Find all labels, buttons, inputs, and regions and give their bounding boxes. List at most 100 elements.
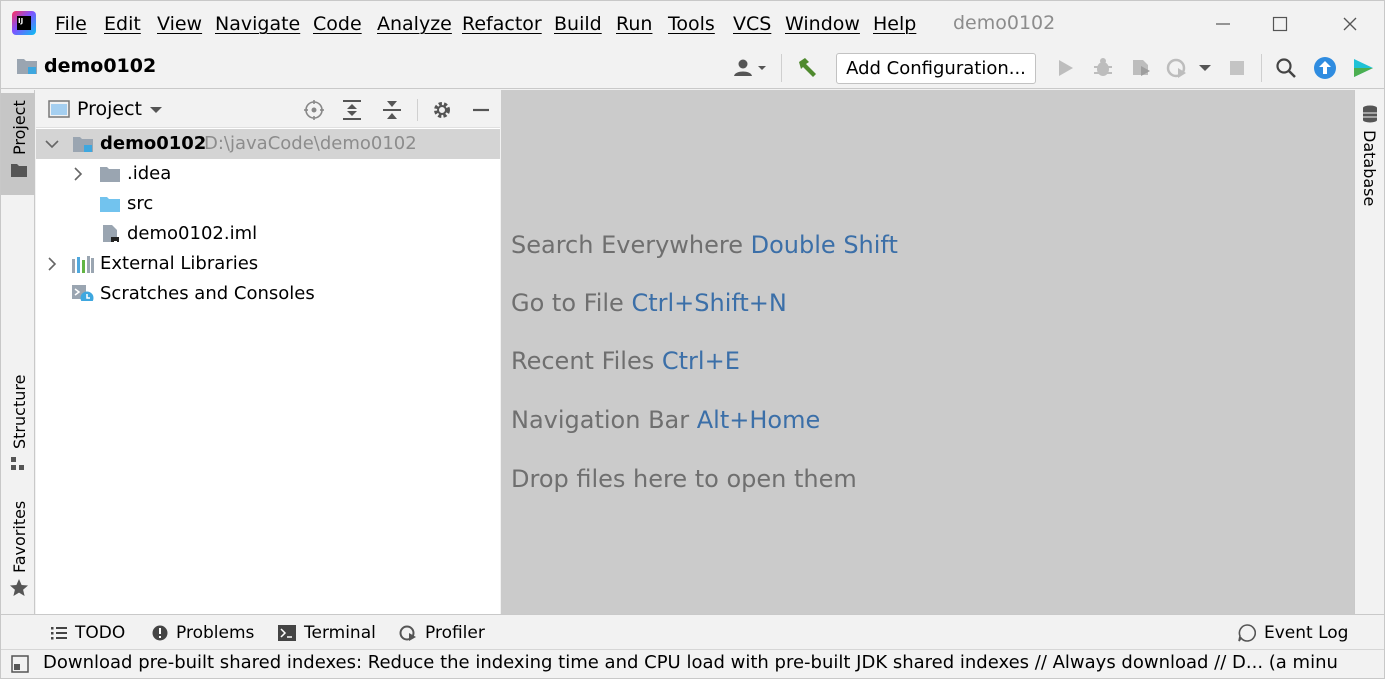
tree-row-src[interactable]: src [36, 189, 500, 219]
menu-analyze[interactable]: Analyze [377, 12, 452, 36]
stripe-tab-project[interactable]: Project [1, 93, 35, 195]
build-hammer-icon[interactable] [794, 55, 820, 81]
tab-label: Problems [176, 623, 255, 643]
status-message[interactable]: Download pre-built shared indexes: Reduc… [43, 652, 1338, 673]
hide-panel-icon[interactable] [469, 98, 493, 122]
hint-shortcut: Double Shift [750, 231, 898, 259]
tab-label: Terminal [304, 623, 376, 643]
module-folder-icon [73, 137, 93, 152]
collapse-all-icon[interactable] [380, 98, 404, 122]
update-available-icon[interactable] [1312, 55, 1338, 81]
add-configuration-button[interactable]: Add Configuration... [836, 53, 1036, 84]
stripe-database-label: Database [1360, 130, 1379, 207]
event-log-icon [1238, 624, 1256, 642]
database-icon [1363, 105, 1377, 123]
hint-shortcut: Alt+Home [696, 406, 821, 434]
chevron-right-icon[interactable] [70, 159, 86, 189]
tab-label: Event Log [1264, 623, 1349, 643]
window-project-title: demo0102 [953, 12, 1056, 34]
menu-file[interactable]: File [55, 12, 87, 36]
tree-path: D:\javaCode\demo0102 [204, 133, 417, 154]
menu-tools[interactable]: Tools [668, 12, 715, 36]
stop-icon[interactable] [1224, 55, 1250, 81]
menu-edit[interactable]: Edit [104, 12, 141, 36]
scratches-icon [72, 285, 94, 301]
close-icon[interactable] [1334, 10, 1366, 38]
profile-icon[interactable] [1164, 55, 1190, 81]
stripe-tab-favorites[interactable]: Favorites [1, 496, 35, 606]
tree-row-iml[interactable]: demo0102.iml [36, 219, 500, 249]
list-icon [51, 627, 67, 640]
panel-separator [417, 99, 418, 121]
select-opened-file-icon[interactable] [302, 98, 326, 122]
project-view-icon [48, 100, 70, 118]
tree-label: Scratches and Consoles [100, 283, 315, 304]
toolbar-separator [781, 54, 782, 82]
tree-row-idea[interactable]: .idea [36, 159, 500, 189]
tree-label: External Libraries [100, 253, 259, 274]
menu-help[interactable]: Help [873, 12, 916, 36]
chevron-down-icon[interactable] [149, 105, 163, 115]
menu-build[interactable]: Build [554, 12, 602, 36]
tab-todo[interactable]: TODO [51, 621, 125, 645]
problems-icon [152, 625, 168, 641]
run-with-coverage-icon[interactable] [1128, 55, 1154, 81]
terminal-icon [278, 625, 296, 641]
chevron-down-icon[interactable] [44, 129, 60, 159]
hint-text: Navigation Bar [511, 406, 690, 434]
tab-label: Profiler [425, 623, 485, 643]
project-view-selector[interactable]: Project [77, 98, 142, 120]
tree-label: src [127, 193, 154, 214]
project-folder-icon [16, 57, 38, 75]
stripe-tab-database[interactable]: Database [1355, 97, 1384, 207]
tab-terminal[interactable]: Terminal [278, 621, 376, 645]
stripe-favorites-label: Favorites [10, 500, 29, 573]
hint-search-everywhere: Search Everywhere Double Shift [511, 231, 898, 259]
tree-label: demo0102.iml [127, 223, 258, 244]
tab-profiler[interactable]: Profiler [399, 621, 485, 645]
hint-shortcut: Ctrl+E [661, 347, 740, 375]
menu-view[interactable]: View [157, 12, 202, 36]
chevron-right-icon[interactable] [44, 249, 60, 279]
debug-icon[interactable] [1090, 55, 1116, 81]
hint-shortcut: Ctrl+Shift+N [631, 289, 787, 317]
tab-event-log[interactable]: Event Log [1238, 621, 1348, 645]
menu-window[interactable]: Window [785, 12, 860, 36]
toggle-tool-windows-icon[interactable] [11, 655, 29, 673]
minimize-icon[interactable] [1207, 10, 1239, 38]
maximize-icon[interactable] [1264, 10, 1296, 38]
hint-go-to-file: Go to File Ctrl+Shift+N [511, 289, 787, 317]
tree-row-scratches[interactable]: Scratches and Consoles [36, 279, 500, 309]
hint-text: Go to File [511, 289, 624, 317]
intellij-logo-icon: IJ [12, 11, 36, 35]
menu-run[interactable]: Run [616, 12, 652, 36]
stripe-tab-structure[interactable]: Structure [1, 371, 35, 481]
folder-icon [11, 164, 27, 177]
breadcrumb-project[interactable]: demo0102 [44, 55, 156, 77]
expand-all-icon[interactable] [340, 98, 364, 122]
search-icon[interactable] [1273, 55, 1299, 81]
hint-text: Drop files here to open them [511, 465, 857, 493]
hint-navigation-bar: Navigation Bar Alt+Home [511, 406, 820, 434]
profiler-icon [399, 625, 416, 641]
star-icon [10, 579, 28, 596]
run-icon[interactable] [1052, 55, 1078, 81]
menu-vcs[interactable]: VCS [733, 12, 771, 36]
tab-label: TODO [75, 623, 126, 643]
hint-text: Search Everywhere [511, 231, 743, 259]
hint-drop-files: Drop files here to open them [511, 465, 857, 493]
tree-row-external-libraries[interactable]: External Libraries [36, 249, 500, 279]
menu-navigate[interactable]: Navigate [215, 12, 300, 36]
library-icon [72, 256, 94, 273]
menu-refactor[interactable]: Refactor [462, 12, 542, 36]
user-account-icon[interactable] [731, 55, 771, 81]
more-run-options-chevron-down-icon[interactable] [1195, 55, 1215, 81]
tree-row-project-root[interactable]: demo0102 D:\javaCode\demo0102 [36, 129, 500, 159]
menu-code[interactable]: Code [313, 12, 362, 36]
gear-icon[interactable] [430, 98, 454, 122]
iml-file-icon [103, 225, 119, 242]
code-with-me-icon[interactable] [1350, 55, 1376, 81]
toolbar-separator [1261, 54, 1262, 82]
structure-icon [11, 457, 24, 470]
tab-problems[interactable]: Problems [152, 621, 254, 645]
